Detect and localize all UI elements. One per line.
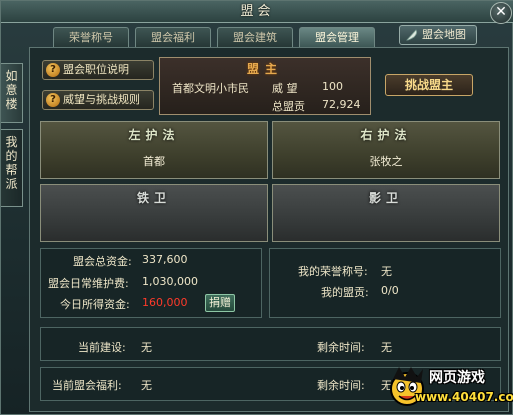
watermark-title: 网页游戏 xyxy=(429,370,485,386)
leader-panel: 盟主 首都文明小市民 威 望 100 总盟贡 72,924 xyxy=(159,57,371,115)
daily-upkeep-value: 1,030,000 xyxy=(142,275,198,288)
total-funds-label: 盟会总资金: xyxy=(73,255,132,268)
tab-guild-welfare[interactable]: 盟会福利 xyxy=(135,27,211,47)
close-icon: ✕ xyxy=(495,4,507,20)
iron-guard-title: 铁卫 xyxy=(136,191,171,205)
total-funds-value: 337,600 xyxy=(142,253,188,266)
leader-name: 首都文明小市民 xyxy=(172,82,249,95)
construction-remaining-value: 无 xyxy=(381,341,392,354)
leader-title: 盟主 xyxy=(246,62,283,76)
guild-window: 盟会 ✕ 如意楼 我的帮派 荣誉称号 盟会福利 盟会建筑 盟会管理 盟会地图 ?… xyxy=(0,0,513,415)
position-help-label: 盟会职位说明 xyxy=(63,63,129,76)
guild-map-button[interactable]: 盟会地图 xyxy=(399,25,477,45)
donate-button[interactable]: 捐赠 xyxy=(205,294,235,312)
iron-guard-card[interactable]: 铁卫 xyxy=(40,184,268,242)
today-funds-label: 今日所得资金: xyxy=(60,298,130,311)
tab-guild-buildings[interactable]: 盟会建筑 xyxy=(217,27,293,47)
total-contribution-label: 总盟贡 xyxy=(272,100,305,113)
prestige-rules-button[interactable]: ? 威望与挑战规则 xyxy=(42,90,154,110)
challenge-leader-button[interactable]: 挑战盟主 xyxy=(385,74,473,96)
question-icon: ? xyxy=(46,93,60,107)
prestige-value: 100 xyxy=(322,80,343,93)
left-guardian-title: 左护法 xyxy=(128,128,180,142)
my-status-panel xyxy=(269,248,501,318)
right-guardian-name: 张牧之 xyxy=(369,155,403,168)
right-guardian-title: 右护法 xyxy=(360,128,412,142)
my-honor-label: 我的荣誉称号: xyxy=(298,265,368,278)
tab-guild-management[interactable]: 盟会管理 xyxy=(299,27,375,47)
tab-honor-titles[interactable]: 荣誉称号 xyxy=(53,27,129,47)
my-contribution-label: 我的盟贡: xyxy=(321,286,369,299)
my-contribution-value: 0/0 xyxy=(381,284,399,297)
position-help-button[interactable]: ? 盟会职位说明 xyxy=(42,60,154,80)
current-construction-value: 无 xyxy=(141,341,152,354)
right-guardian-card[interactable]: 右护法 张牧之 xyxy=(272,121,500,179)
my-honor-value: 无 xyxy=(381,265,392,278)
daily-upkeep-label: 盟会日常维护费: xyxy=(48,277,129,290)
question-icon: ? xyxy=(46,63,60,77)
left-guardian-name: 首都 xyxy=(143,155,165,168)
shadow-guard-title: 影卫 xyxy=(368,191,403,205)
site-watermark: 网页游戏 www.40407.com xyxy=(385,363,513,413)
prestige-label: 威 望 xyxy=(272,82,298,95)
construction-remaining-label: 剩余时间: xyxy=(317,341,365,354)
total-contribution-value: 72,924 xyxy=(322,98,361,111)
close-button[interactable]: ✕ xyxy=(490,2,512,24)
left-guardian-card[interactable]: 左护法 首都 xyxy=(40,121,268,179)
quill-icon xyxy=(406,29,418,41)
side-tab-ruyi-tower[interactable]: 如意楼 xyxy=(1,63,23,123)
side-tab-my-guild[interactable]: 我的帮派 xyxy=(1,129,23,207)
current-welfare-label: 当前盟会福利: xyxy=(52,379,122,392)
today-funds-value: 160,000 xyxy=(142,296,188,309)
prestige-rules-label: 威望与挑战规则 xyxy=(63,93,140,106)
watermark-url: www.40407.com xyxy=(415,390,513,404)
welfare-remaining-label: 剩余时间: xyxy=(317,379,365,392)
window-title: 盟会 xyxy=(240,4,275,19)
current-construction-label: 当前建设: xyxy=(78,341,126,354)
current-welfare-value: 无 xyxy=(141,379,152,392)
shadow-guard-card[interactable]: 影卫 xyxy=(272,184,500,242)
guild-map-label: 盟会地图 xyxy=(422,28,466,41)
title-bar: 盟会 ✕ xyxy=(1,1,513,24)
